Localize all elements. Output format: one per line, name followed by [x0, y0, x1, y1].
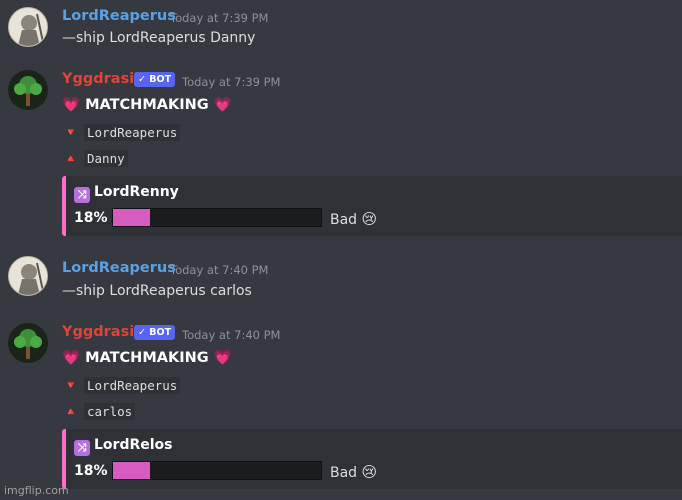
- ship-name-up: carlos: [84, 403, 136, 420]
- ship-name-down: LordReaperus: [84, 124, 181, 141]
- match-rating: Bad 😢: [330, 463, 378, 481]
- embed-title: ⤨ LordRelos: [74, 437, 173, 456]
- ship-name-down: LordReaperus: [84, 377, 181, 394]
- match-progress-fill: [113, 209, 151, 226]
- matchmaking-heading: 💗 MATCHMAKING 💗: [62, 350, 232, 366]
- message-author[interactable]: LordReaperus: [62, 260, 176, 276]
- bot-avatar[interactable]: [8, 70, 48, 110]
- message-text: —ship LordReaperus carlos: [62, 283, 252, 299]
- message-text: —ship LordReaperus Danny: [62, 30, 256, 46]
- message-timestamp: Today at 7:39 PM: [182, 75, 281, 89]
- message-3: LordReaperus Today at 7:40 PM —ship Lord…: [0, 253, 682, 313]
- reaper-avatar-icon: [18, 262, 44, 295]
- message-2: Yggdrasil ✓ BOT Today at 7:39 PM 💗 MATCH…: [0, 60, 682, 250]
- ship-embed: ⤨ LordRelos 18% Bad 😢: [62, 429, 682, 489]
- down-triangle-icon: 🔻: [64, 379, 78, 392]
- ship-name-up: Danny: [84, 150, 128, 167]
- heart-icon: 💗: [62, 97, 81, 113]
- user-avatar[interactable]: [8, 7, 48, 47]
- match-progress-bar: [112, 461, 322, 480]
- down-triangle-icon: 🔻: [64, 126, 78, 139]
- shuffle-icon: ⤨: [74, 187, 90, 203]
- message-author[interactable]: Yggdrasil: [62, 324, 139, 340]
- heart-icon: 💗: [213, 350, 232, 366]
- message-timestamp: Today at 7:39 PM: [170, 11, 269, 25]
- user-avatar[interactable]: [8, 256, 48, 296]
- matchmaking-heading: 💗 MATCHMAKING 💗: [62, 97, 232, 113]
- embed-title: ⤨ LordRenny: [74, 184, 179, 203]
- tree-icon: [14, 76, 42, 106]
- match-progress-bar: [112, 208, 322, 227]
- match-rating: Bad 😢: [330, 210, 378, 228]
- reaper-avatar-icon: [18, 13, 44, 46]
- message-timestamp: Today at 7:40 PM: [182, 328, 281, 342]
- ship-embed: ⤨ LordRenny 18% Bad 😢: [62, 176, 682, 236]
- shuffle-icon: ⤨: [74, 440, 90, 456]
- message-author[interactable]: Yggdrasil: [62, 71, 139, 87]
- crying-face-icon: 😢: [361, 210, 378, 228]
- tree-icon: [14, 329, 42, 359]
- message-author[interactable]: LordReaperus: [62, 8, 176, 24]
- match-percent: 18%: [74, 210, 108, 226]
- match-percent: 18%: [74, 463, 108, 479]
- bot-badge: ✓ BOT: [134, 325, 176, 340]
- up-triangle-icon: 🔺: [64, 405, 78, 418]
- heart-icon: 💗: [213, 97, 232, 113]
- message-1: LordReaperus Today at 7:39 PM —ship Lord…: [0, 0, 682, 60]
- match-progress-fill: [113, 462, 151, 479]
- bot-avatar[interactable]: [8, 323, 48, 363]
- message-4: Yggdrasil ✓ BOT Today at 7:40 PM 💗 MATCH…: [0, 313, 682, 500]
- up-triangle-icon: 🔺: [64, 152, 78, 165]
- heart-icon: 💗: [62, 350, 81, 366]
- imgflip-watermark: imgflip.com: [4, 484, 69, 497]
- message-timestamp: Today at 7:40 PM: [170, 263, 269, 277]
- crying-face-icon: 😢: [361, 463, 378, 481]
- bot-badge: ✓ BOT: [134, 72, 176, 87]
